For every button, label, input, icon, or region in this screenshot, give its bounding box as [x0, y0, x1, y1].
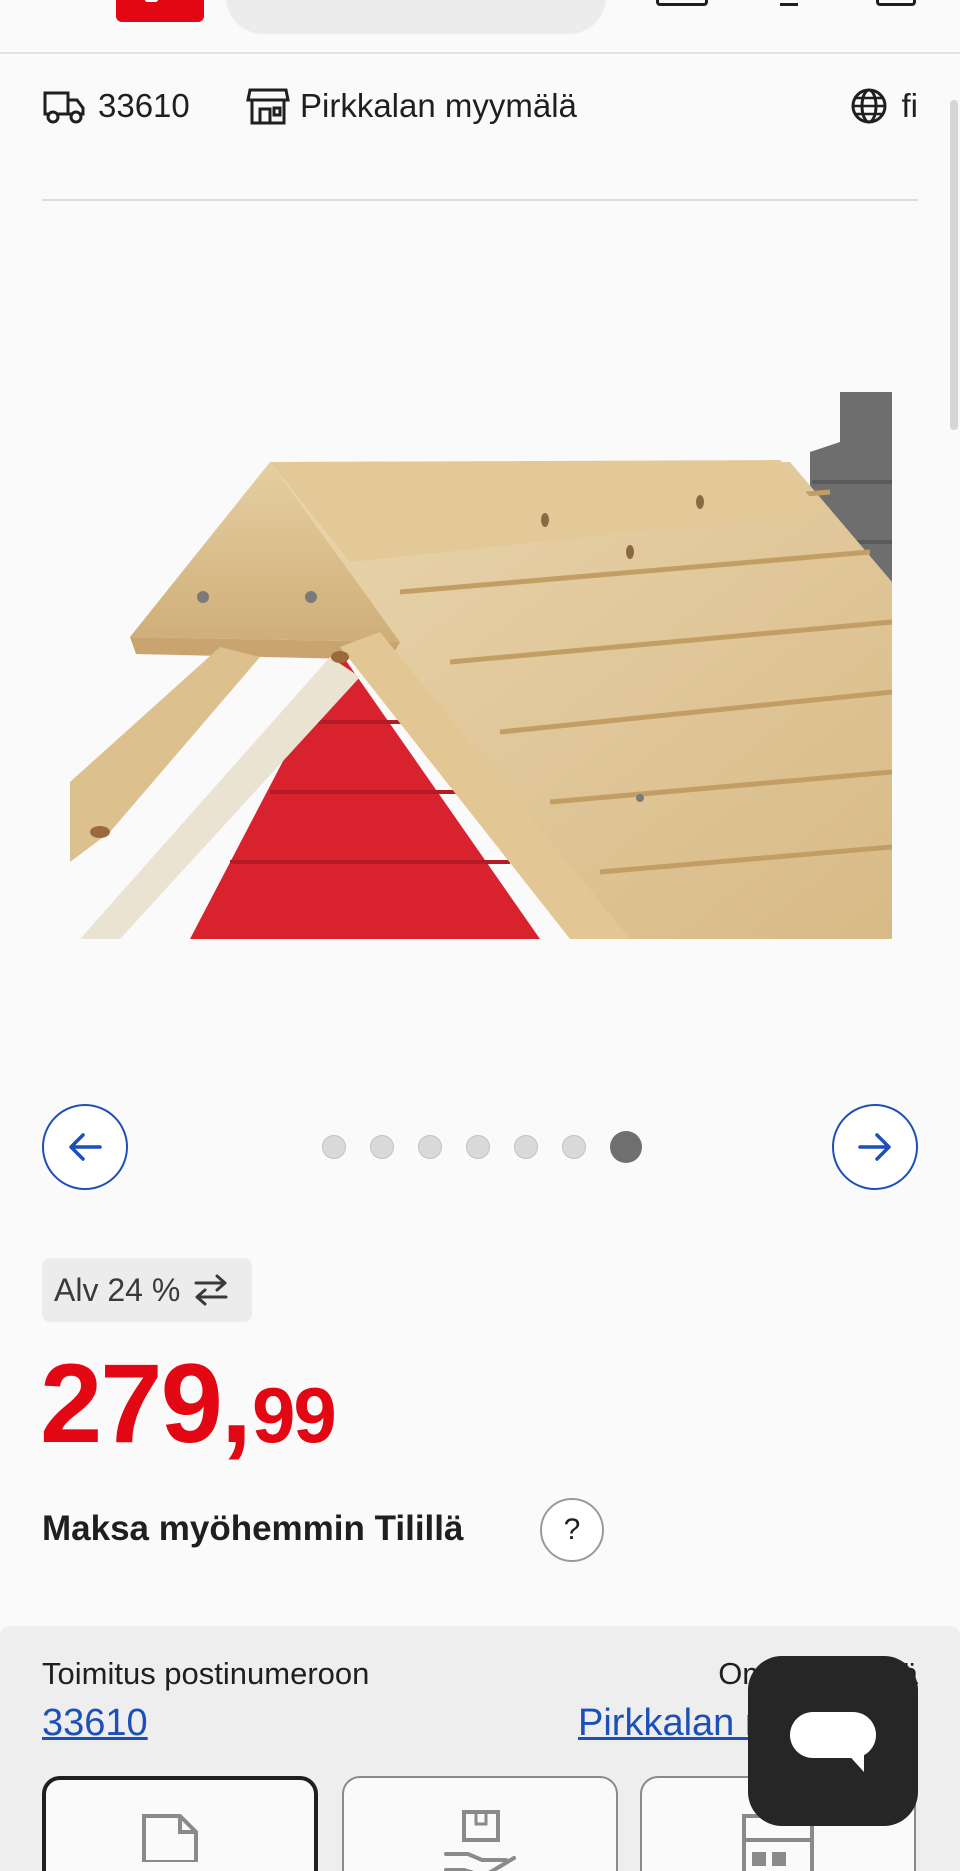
- delivery-postal-link[interactable]: 33610: [42, 1702, 148, 1745]
- carousel-dots: [322, 1130, 642, 1164]
- pickup-option[interactable]: [342, 1776, 618, 1871]
- store-name: Pirkkalan myymälä: [300, 87, 577, 124]
- carousel-dot[interactable]: [418, 1135, 442, 1159]
- carousel-dot[interactable]: [514, 1135, 538, 1159]
- chat-button[interactable]: [748, 1656, 918, 1826]
- scrollbar[interactable]: [950, 100, 958, 430]
- carousel-dot[interactable]: [322, 1135, 346, 1159]
- search-input[interactable]: [226, 0, 606, 34]
- delivery-postal-link[interactable]: 33610: [42, 80, 190, 132]
- store-logo[interactable]: [116, 0, 204, 22]
- hamburger-icon[interactable]: [42, 0, 88, 4]
- wishlist-icon[interactable]: [780, 0, 798, 6]
- delivery-truck-icon: [43, 91, 85, 124]
- arrow-right-icon: [858, 1133, 891, 1161]
- globe-icon: [851, 88, 886, 124]
- price-decimals: 99: [251, 1371, 337, 1459]
- delivery-label: Toimitus postinumeroon: [42, 1656, 370, 1691]
- language-code: fi: [901, 87, 919, 124]
- carousel-dot[interactable]: [370, 1135, 394, 1159]
- divider: [42, 199, 918, 201]
- carousel-dot[interactable]: [466, 1135, 490, 1159]
- product-image[interactable]: [70, 392, 892, 939]
- info-bar: 33610 Pirkkalan myymälä fi: [42, 80, 918, 132]
- store-link[interactable]: Pirkkalan myymälä: [246, 80, 577, 132]
- postal-code: 33610: [98, 87, 190, 124]
- delivery-box-icon: [142, 1814, 198, 1862]
- carousel-dot-active[interactable]: [610, 1131, 642, 1163]
- language-selector[interactable]: fi: [850, 80, 919, 132]
- cart-icon[interactable]: [876, 0, 916, 6]
- store-icon: [246, 88, 290, 125]
- swap-arrows-icon: [194, 1274, 228, 1306]
- pay-later-label: Maksa myöhemmin Tilillä: [42, 1509, 464, 1548]
- vat-label: Alv 24 %: [54, 1271, 181, 1308]
- arrow-left-icon: [69, 1133, 102, 1161]
- account-icon[interactable]: [656, 0, 708, 6]
- home-delivery-option[interactable]: [42, 1776, 318, 1871]
- top-header: [0, 0, 960, 54]
- product-price: 279, 99: [40, 1341, 337, 1466]
- pickup-hand-icon: [444, 1810, 516, 1871]
- carousel-dot[interactable]: [562, 1135, 586, 1159]
- vat-toggle[interactable]: Alv 24 %: [42, 1258, 252, 1322]
- carousel-next-button[interactable]: [832, 1104, 918, 1190]
- pay-later-help-button[interactable]: ?: [540, 1498, 604, 1562]
- carousel-prev-button[interactable]: [42, 1104, 128, 1190]
- price-integer: 279,: [40, 1341, 252, 1466]
